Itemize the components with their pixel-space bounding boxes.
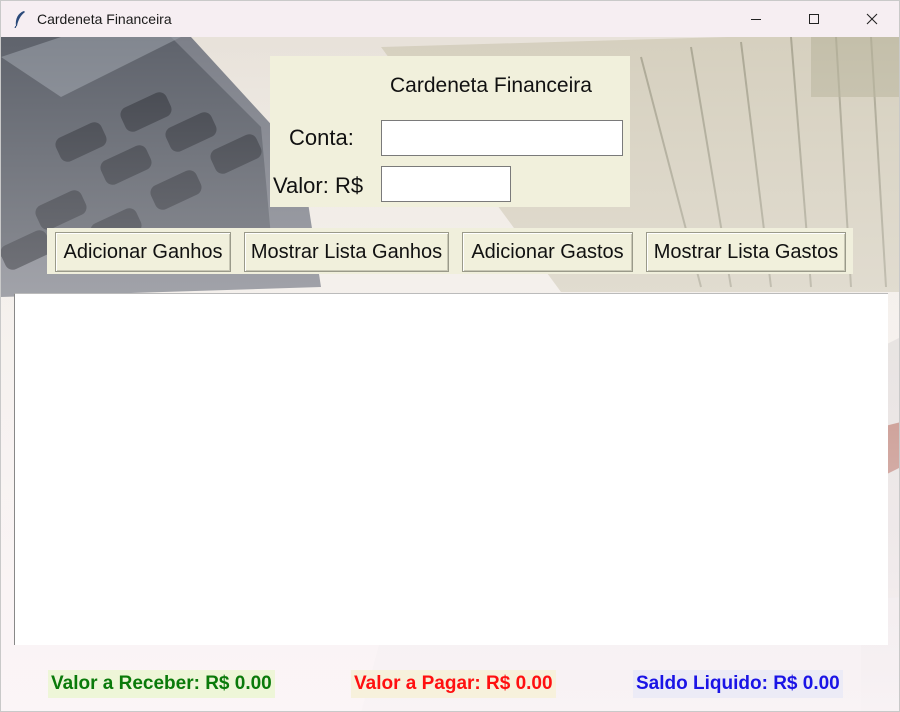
maximize-button[interactable]: [785, 1, 843, 37]
minimize-button[interactable]: [727, 1, 785, 37]
entries-listbox[interactable]: [14, 293, 888, 645]
close-button[interactable]: [843, 1, 899, 37]
conta-label: Conta:: [289, 125, 354, 150]
app-window: Cardeneta Financeira Cardeneta Financeir…: [0, 0, 900, 712]
title-bar[interactable]: Cardeneta Financeira: [1, 1, 899, 37]
net-balance-label: Saldo Liquido: R$ 0.00: [633, 670, 843, 698]
conta-input[interactable]: [381, 120, 623, 156]
maximize-icon: [809, 14, 819, 24]
add-expense-button[interactable]: Adicionar Gastos: [462, 232, 633, 272]
valor-label: Valor: R$: [273, 173, 364, 198]
total-receivable-label: Valor a Receber: R$ 0.00: [48, 670, 275, 698]
minimize-icon: [751, 19, 761, 20]
app-title: Cardeneta Financeira: [390, 74, 592, 97]
window-title: Cardeneta Financeira: [37, 11, 172, 27]
show-income-list-button[interactable]: Mostrar Lista Ganhos: [244, 232, 449, 272]
add-income-button[interactable]: Adicionar Ganhos: [55, 232, 231, 272]
feather-icon: [14, 11, 25, 28]
client-area: Cardeneta Financeira Conta: Valor: R$ Ad…: [1, 37, 899, 711]
close-icon: [866, 13, 878, 25]
show-expense-list-button[interactable]: Mostrar Lista Gastos: [646, 232, 846, 272]
valor-input[interactable]: [381, 166, 511, 202]
total-payable-label: Valor a Pagar: R$ 0.00: [351, 670, 556, 698]
